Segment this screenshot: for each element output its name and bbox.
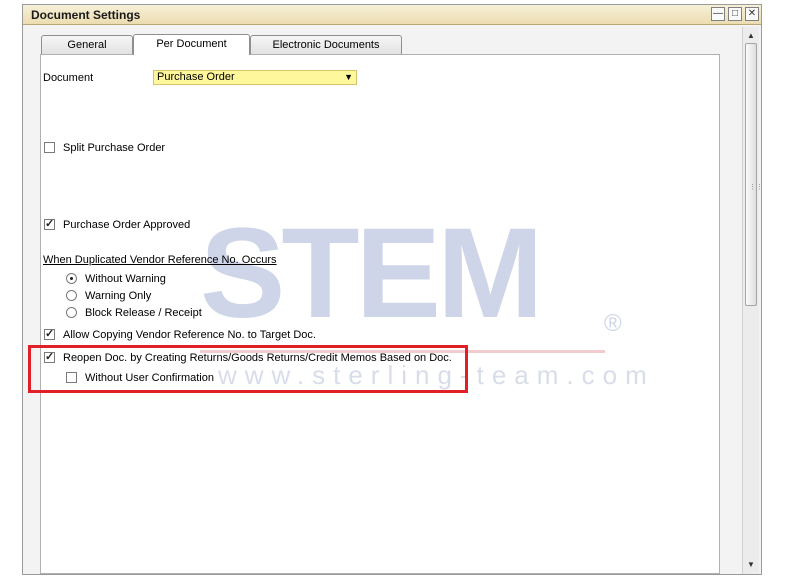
radio-block-release[interactable] [66,307,77,318]
radio-warning-only[interactable] [66,290,77,301]
maximize-button[interactable]: □ [728,7,742,21]
vertical-scrollbar[interactable]: ▲ ⋮⋮ ▼ [742,27,763,574]
checkmark-icon: ✓ [45,328,55,340]
scroll-thumb[interactable]: ⋮⋮ [745,43,763,306]
radio-label: Warning Only [85,290,152,302]
window-title: Document Settings [31,8,141,22]
tab-label: Per Document [156,38,227,50]
radio-without-warning[interactable] [66,273,77,284]
grip-icon: ⋮⋮ [749,184,763,191]
allow-copying-label: Allow Copying Vendor Reference No. to Ta… [63,329,316,341]
radio-label: Without Warning [85,273,166,285]
close-button[interactable]: ✕ [745,7,759,21]
tab-label: General [67,39,107,51]
allow-copying-checkbox[interactable]: ✓ [44,328,55,340]
po-approved-label: Purchase Order Approved [63,219,191,231]
radio-label: Block Release / Receipt [85,307,202,319]
radio-selected-dot [70,277,73,280]
tab-electronic-documents[interactable]: Electronic Documents [250,35,402,54]
tab-general[interactable]: General [41,35,133,54]
scroll-up-icon[interactable]: ▲ [744,29,758,43]
duplicate-heading: When Duplicated Vendor Reference No. Occ… [43,254,277,266]
po-approved-checkbox[interactable]: ✓ [44,218,55,230]
highlight-box [28,345,468,393]
document-select[interactable]: Purchase Order ▼ [153,70,357,85]
split-po-label: Split Purchase Order [63,142,166,154]
checkmark-icon: ✓ [45,218,55,230]
tab-label: Electronic Documents [272,39,380,51]
dropdown-arrow-icon[interactable]: ▼ [344,72,353,82]
minimize-button[interactable]: — [711,7,725,21]
document-label: Document [43,72,94,84]
tab-per-document[interactable]: Per Document [133,34,250,55]
split-po-checkbox[interactable] [44,142,55,153]
scroll-down-icon[interactable]: ▼ [744,558,758,572]
document-select-value: Purchase Order [157,71,235,83]
title-bar[interactable]: Document Settings — □ ✕ [23,5,761,25]
